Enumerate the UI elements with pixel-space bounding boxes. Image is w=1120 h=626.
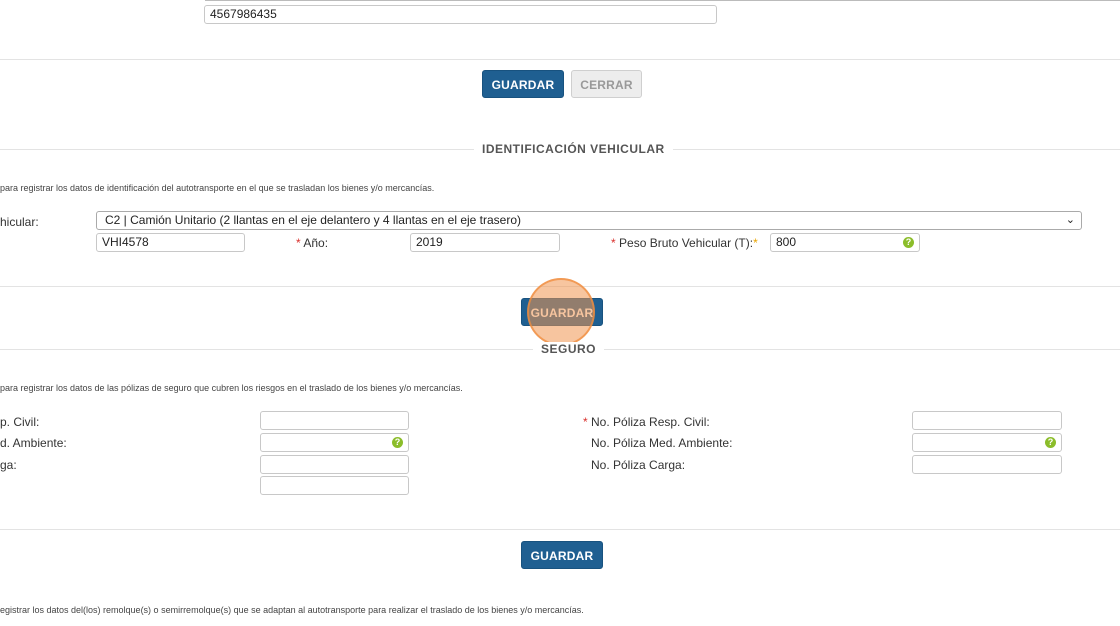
insurance-description: para registrar los datos de las pólizas … [0,383,463,393]
cargo-policy-label: No. Póliza Carga: [591,458,686,472]
chevron-down-icon: ⌄ [1065,214,1075,226]
section-title-insurance: SEGURO [533,342,605,356]
cargo-insurer-input[interactable] [260,455,409,474]
required-asterisk-yellow: * [753,236,758,250]
section-title-vehicle: IDENTIFICACIÓN VEHICULAR [474,142,673,156]
year-input[interactable]: 2019 [410,233,560,252]
vehicle-config-label: hicular: [0,215,39,229]
civil-liability-insurer-input[interactable] [260,411,409,430]
divider [0,529,1120,530]
phone-input[interactable]: 4567986435 [204,5,717,24]
required-asterisk: * [611,236,616,250]
civil-liability-policy-label: * No. Póliza Resp. Civil: [583,415,710,429]
divider [0,286,1120,287]
question-mark-circle-icon[interactable]: ? [903,237,914,248]
weight-input[interactable]: 800 ? [770,233,920,252]
civil-liability-insurer-label: p. Civil: [0,415,40,429]
required-asterisk: * [296,236,301,250]
plate-input[interactable]: VHI4578 [96,233,245,252]
top-partial-border [205,0,1120,1]
insurance-save-button[interactable]: GUARDAR [521,541,603,569]
environment-insurer-label: d. Ambiente: [0,436,67,450]
question-mark-circle-icon[interactable]: ? [392,437,403,448]
year-label: * Año: [296,236,329,250]
question-mark-circle-icon[interactable]: ? [1045,437,1056,448]
close-button[interactable]: CERRAR [571,70,642,98]
save-button[interactable]: GUARDAR [482,70,564,98]
environment-insurer-input[interactable]: ? [260,433,409,452]
cargo-insurer-label: ga: [0,458,17,472]
vehicle-description: para registrar los datos de identificaci… [0,183,435,193]
environment-policy-label: No. Póliza Med. Ambiente: [591,436,733,450]
premium-input[interactable] [260,476,409,495]
environment-policy-input[interactable]: ? [912,433,1062,452]
vehicle-config-value: C2 | Camión Unitario (2 llantas en el ej… [105,213,522,227]
vehicle-config-select[interactable]: C2 | Camión Unitario (2 llantas en el ej… [96,211,1082,230]
cargo-policy-input[interactable] [912,455,1062,474]
vehicle-save-button[interactable]: GUARDAR [521,298,603,326]
required-asterisk: * [583,415,588,429]
divider [0,59,1120,60]
civil-liability-policy-input[interactable] [912,411,1062,430]
weight-label: * Peso Bruto Vehicular (T):* [611,236,758,250]
trailer-description: egistrar los datos del(los) remolque(s) … [0,605,584,615]
